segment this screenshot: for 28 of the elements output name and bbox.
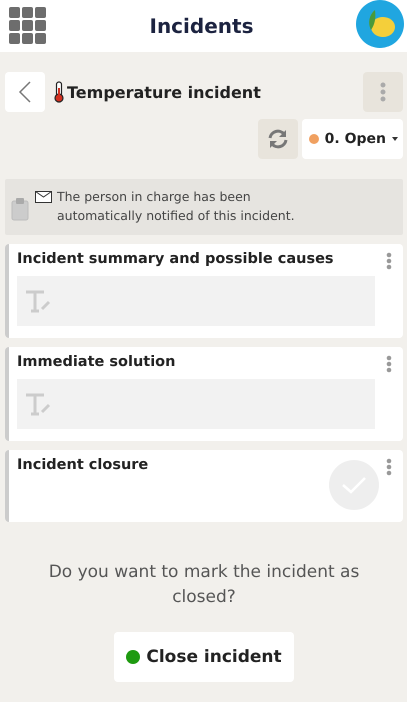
thermometer-icon (54, 81, 64, 103)
more-vertical-icon (380, 82, 386, 102)
lemon-avatar-icon[interactable] (356, 0, 404, 48)
apps-menu-icon[interactable] (9, 7, 47, 45)
notice-text: The person in charge has been automatically notified of this incident. (57, 188, 296, 225)
caret-icon (392, 137, 398, 141)
text-input-field[interactable] (17, 276, 375, 326)
text-input-field[interactable] (17, 379, 375, 429)
close-incident-button[interactable]: Close incident (114, 632, 294, 682)
status-dropdown[interactable]: 0. Open (302, 119, 403, 159)
refresh-icon (266, 128, 289, 150)
page-title: Incidents (150, 14, 254, 38)
more-options-button[interactable] (363, 72, 403, 112)
refresh-button[interactable] (258, 119, 298, 159)
section-title: Incident closure (17, 456, 150, 474)
envelope-icon (35, 191, 52, 203)
back-button[interactable] (5, 72, 45, 112)
clipboard-icon (11, 197, 29, 221)
incident-title: Temperature incident (67, 82, 262, 102)
section-title: Incident summary and possible causes (17, 250, 335, 268)
text-edit-icon (25, 289, 51, 313)
more-vertical-icon (386, 252, 392, 270)
chevron-left-icon (18, 80, 32, 104)
text-edit-icon (25, 392, 51, 416)
section-title: Immediate solution (17, 353, 176, 371)
more-vertical-icon (386, 355, 392, 373)
close-prompt: Do you want to mark the incident as closed? (48, 561, 360, 609)
more-vertical-icon (386, 458, 392, 476)
